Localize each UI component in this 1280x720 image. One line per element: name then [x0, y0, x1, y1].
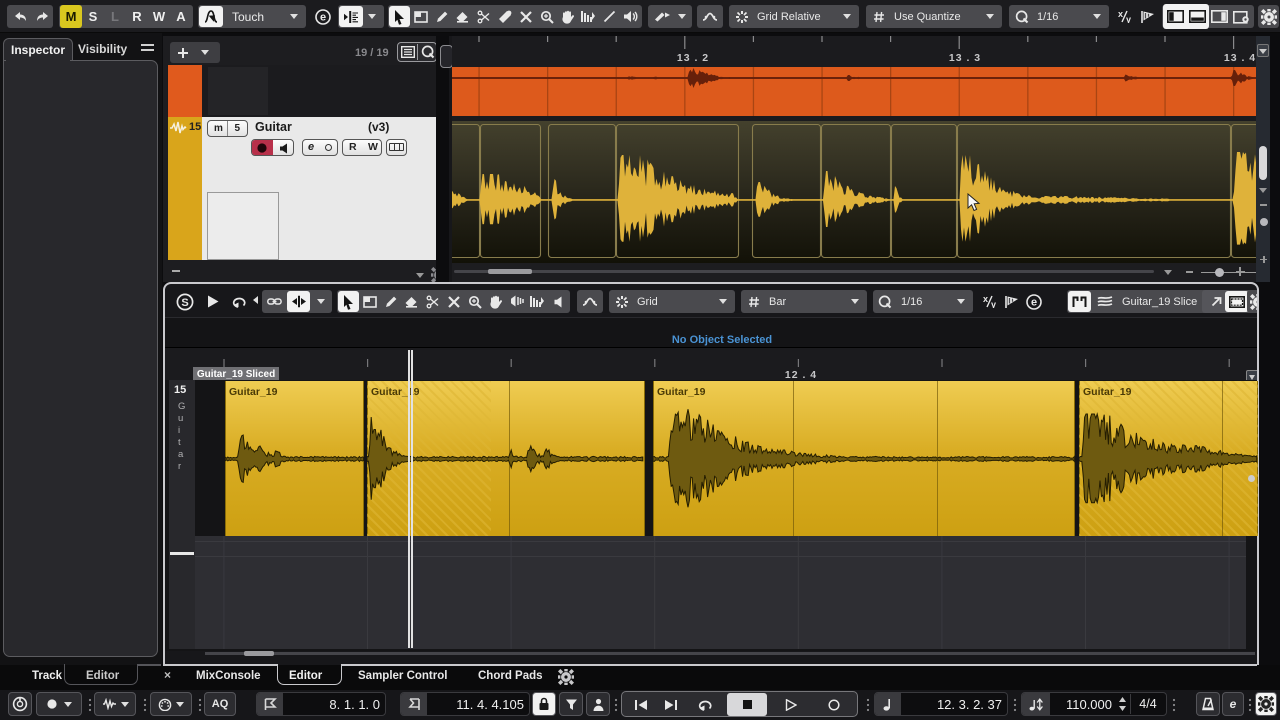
- svg-text:e: e: [319, 11, 325, 23]
- svg-text:x: x: [1118, 10, 1123, 19]
- svg-text:13 . 2: 13 . 2: [677, 52, 709, 64]
- svg-text:13 . 4: 13 . 4: [1224, 52, 1256, 64]
- svg-text:13 . 3: 13 . 3: [949, 52, 981, 64]
- svg-text:e: e: [1031, 296, 1037, 308]
- svg-text:y: y: [1126, 15, 1131, 24]
- svg-text:y: y: [991, 300, 996, 309]
- svg-text:x: x: [983, 295, 988, 304]
- svg-text:S: S: [181, 297, 188, 309]
- svg-text:12 . 4: 12 . 4: [785, 369, 817, 380]
